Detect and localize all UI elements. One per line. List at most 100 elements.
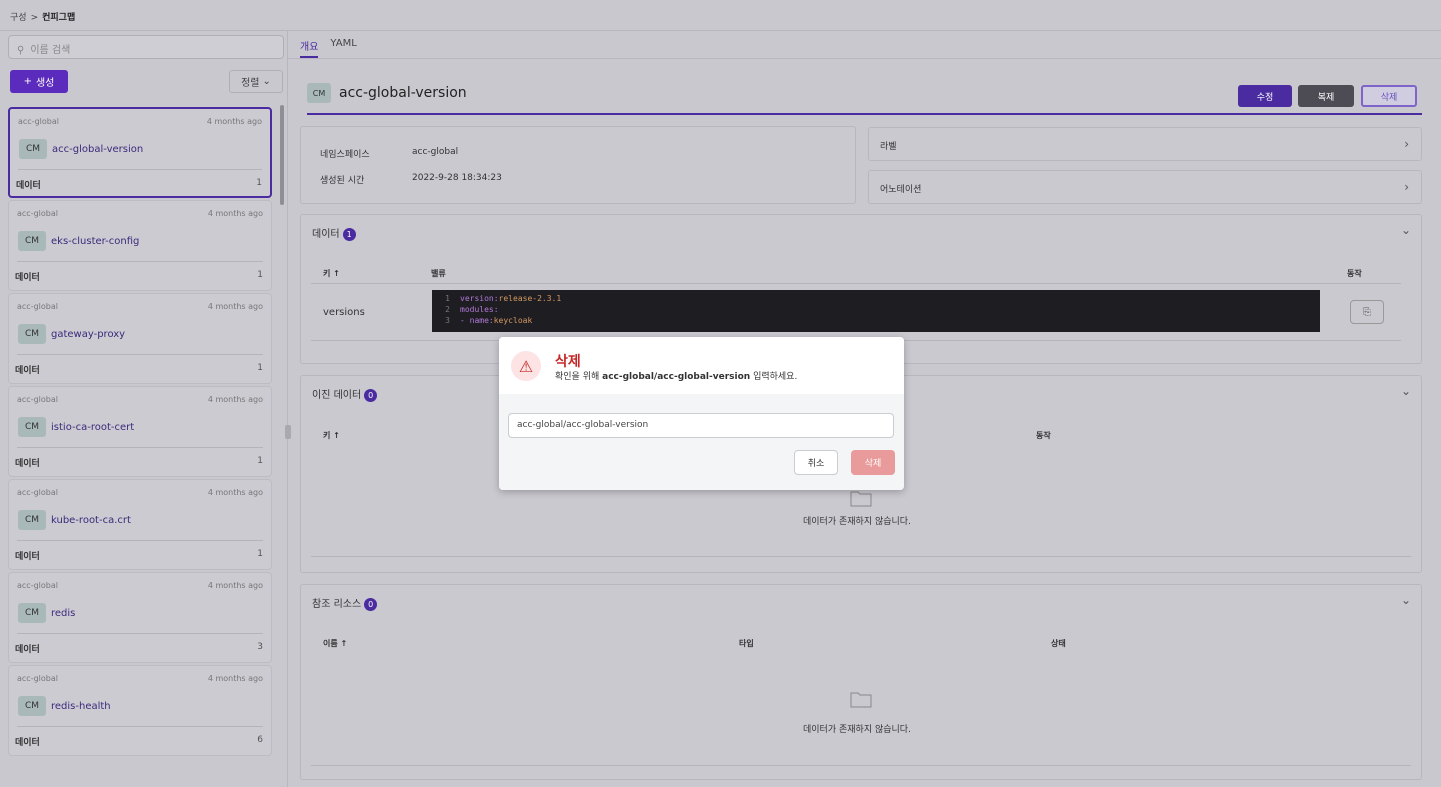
item-data-count: 1 (257, 270, 263, 280)
labels-panel[interactable]: 라벨 › (868, 127, 1422, 161)
col-type-header: 타입 (739, 639, 754, 648)
created-label: 생성된 시간 (320, 176, 365, 186)
refs-count-badge: 0 (364, 598, 378, 611)
create-button[interactable]: + 생성 (10, 70, 68, 93)
cancel-button[interactable]: 취소 (794, 450, 838, 475)
references-section: 참조 리소스 0 ⌄ 이름 ↑ 타입 상태 데이터가 존재하지 않습니다. (300, 584, 1422, 780)
kind-badge: CM (19, 139, 47, 159)
col-key-header[interactable]: 키 ↑ (323, 430, 340, 441)
data-count-badge: 1 (342, 228, 356, 241)
item-name: acc-global-version (52, 144, 144, 155)
divider (17, 447, 263, 448)
warning-icon: ⚠ (511, 351, 541, 381)
col-name-header[interactable]: 이름 ↑ (323, 638, 347, 649)
namespace-label: 네임스페이스 (320, 150, 370, 160)
kind-badge: CM (307, 83, 331, 103)
confirm-input[interactable]: acc-global/acc-global-version (508, 413, 894, 438)
delete-confirm-dialog: ⚠ 삭제 확인을 위해 acc-global/acc-global-versio… (499, 337, 904, 490)
breadcrumb-parent[interactable]: 구성 (10, 13, 27, 23)
list-item[interactable]: acc-global 4 months ago CM eks-cluster-con… (8, 200, 272, 291)
divider (311, 556, 1411, 557)
list-item[interactable]: acc-global 4 months ago CM istio-ca-root-c… (8, 386, 272, 477)
item-namespace: acc-global (17, 674, 58, 683)
page-title: acc-global-version (339, 85, 467, 101)
annotations-panel[interactable]: 어노테이션 › (868, 170, 1422, 204)
list-item[interactable]: acc-global 4 months ago CM kube-root-ca.cr… (8, 479, 272, 570)
col-status-header: 상태 (1051, 639, 1066, 648)
item-data-label: 데이터 (16, 181, 41, 191)
code-viewer[interactable]: 1 version: release-2.3.1 2 modules: 3- nam… (432, 290, 1320, 332)
divider (17, 726, 263, 727)
item-namespace: acc-global (17, 395, 58, 404)
item-data-label: 데이터 (15, 552, 40, 562)
item-data-count: 1 (257, 363, 263, 373)
item-data-count: 6 (257, 735, 263, 745)
code-line: 3- name: keycloak (445, 316, 533, 325)
tab-bar: 개요 YAML (300, 38, 357, 58)
item-name: gateway-proxy (51, 329, 126, 340)
divider (17, 540, 263, 541)
item-data-label: 데이터 (15, 459, 40, 469)
delete-button[interactable]: 삭제 (1361, 85, 1417, 107)
labels-label: 라벨 (880, 142, 897, 152)
binary-section-title: 이진 데이터 0 (312, 386, 378, 402)
detail-header: CM acc-global-version (307, 83, 467, 103)
chevron-down-icon[interactable]: ⌄ (1401, 223, 1411, 237)
dialog-title: 삭제 (555, 354, 581, 370)
kind-badge: CM (18, 603, 46, 623)
edit-button[interactable]: 수정 (1238, 85, 1292, 107)
chevron-right-icon: › (1404, 180, 1409, 194)
item-data-label: 데이터 (15, 645, 40, 655)
chevron-down-icon[interactable]: ⌄ (1401, 384, 1411, 398)
code-line: 1 version: release-2.3.1 (445, 294, 562, 303)
item-age: 4 months ago (207, 674, 263, 683)
namespace-value: acc-global (412, 147, 459, 157)
empty-message: 데이터가 존재하지 않습니다. (803, 517, 911, 527)
divider (17, 354, 263, 355)
item-age: 4 months ago (207, 581, 263, 590)
search-input[interactable]: ⚲ 이름 검색 (8, 35, 284, 59)
item-namespace: acc-global (17, 209, 58, 218)
item-data-label: 데이터 (15, 366, 40, 376)
clipboard-icon[interactable]: ⎘ (1350, 300, 1384, 324)
create-label: 생성 (35, 78, 55, 89)
col-key-header[interactable]: 키 ↑ (323, 268, 340, 279)
list-item[interactable]: acc-global 4 months ago CM redis-health 데이… (8, 665, 272, 756)
annotations-label: 어노테이션 (880, 185, 922, 195)
chevron-down-icon[interactable]: ⌄ (1401, 593, 1411, 607)
data-section-title: 데이터 1 (312, 225, 356, 241)
item-data-count: 1 (257, 549, 263, 559)
copy-button[interactable]: 복제 (1298, 85, 1354, 107)
item-namespace: acc-global (17, 488, 58, 497)
dialog-body (499, 394, 904, 490)
panel-resize-handle[interactable] (285, 425, 291, 439)
kind-badge: CM (18, 417, 46, 437)
list-item[interactable]: acc-global 4 months ago CM redis 데이터 3 (8, 572, 272, 663)
confirm-delete-button[interactable]: 삭제 (851, 450, 895, 475)
item-age: 4 months ago (206, 117, 262, 126)
data-row-key: versions (323, 307, 365, 318)
item-data-count: 1 (256, 178, 262, 188)
item-namespace: acc-global (17, 581, 58, 590)
list-item[interactable]: acc-global 4 months ago CM acc-global-vers… (8, 107, 272, 198)
item-namespace: acc-global (17, 302, 58, 311)
item-name: redis-health (51, 701, 111, 712)
item-name: redis (51, 608, 76, 619)
item-data-count: 3 (257, 642, 263, 652)
sidebar-scrollbar[interactable] (280, 105, 284, 205)
info-panel: 네임스페이스 acc-global 생성된 시간 2022-9-28 18:34… (300, 126, 856, 204)
tab-yaml[interactable]: YAML (330, 38, 356, 58)
chevron-down-icon: ⌄ (262, 76, 271, 87)
divider (311, 765, 1411, 766)
item-name: eks-cluster-config (51, 236, 140, 247)
list-item[interactable]: acc-global 4 months ago CM gateway-proxy 데… (8, 293, 272, 384)
sort-button[interactable]: 정렬 ⌄ (229, 70, 283, 93)
plus-icon: + (23, 76, 32, 87)
tab-overview[interactable]: 개요 (300, 38, 319, 58)
col-action-header: 동작 (1347, 269, 1362, 278)
tab-divider (288, 58, 1441, 59)
item-age: 4 months ago (207, 488, 263, 497)
binary-count-badge: 0 (364, 389, 378, 402)
dialog-header: ⚠ 삭제 확인을 위해 acc-global/acc-global-versio… (499, 337, 904, 394)
search-placeholder: 이름 검색 (30, 45, 71, 56)
